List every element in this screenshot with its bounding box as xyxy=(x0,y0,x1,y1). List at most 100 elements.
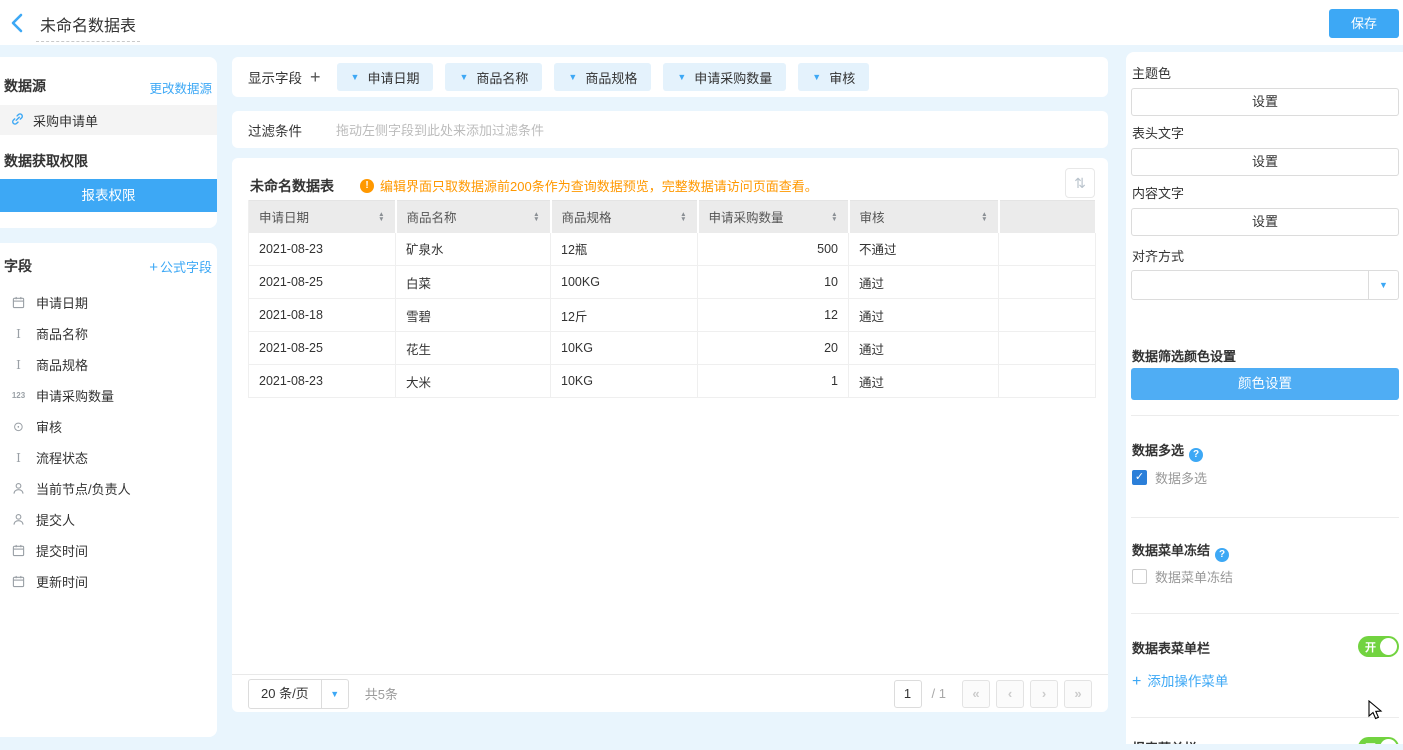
last-page-icon[interactable]: » xyxy=(1064,680,1092,708)
cell-apply-date: 2021-08-18 xyxy=(249,299,396,332)
cell-apply-date: 2021-08-23 xyxy=(249,233,396,266)
column-header-empty xyxy=(999,201,1096,233)
divider xyxy=(1131,415,1399,416)
page-navigation: 1 / 1 « ‹ › » xyxy=(894,680,1092,708)
cell-review: 通过 xyxy=(849,332,999,365)
sort-arrows-icon[interactable]: ▲▼ xyxy=(831,212,837,222)
table-row[interactable]: 2021-08-18 雪碧 12斤 12 通过 xyxy=(249,299,1096,332)
column-header-quantity[interactable]: 申请采购数量▲▼ xyxy=(698,201,849,233)
page-size-select[interactable]: 20 条/页 ▼ xyxy=(248,679,349,709)
table-row[interactable]: 2021-08-25 花生 10KG 20 通过 xyxy=(249,332,1096,365)
table-row[interactable]: 2021-08-23 大米 10KG 1 通过 xyxy=(249,365,1096,398)
cell-quantity: 1 xyxy=(698,365,849,398)
current-page-input[interactable]: 1 xyxy=(894,680,922,708)
content-text-set-button[interactable]: 设置 xyxy=(1131,208,1399,236)
field-chip-apply-date[interactable]: ▼申请日期 xyxy=(337,63,434,91)
field-item-product-spec[interactable]: I 商品规格 xyxy=(0,349,217,380)
first-page-icon[interactable]: « xyxy=(962,680,990,708)
add-action-menu-link[interactable]: +添加操作菜单 xyxy=(1132,670,1228,691)
field-item-submitter[interactable]: 提交人 xyxy=(0,504,217,535)
datasource-item[interactable]: 采购申请单 xyxy=(0,105,217,135)
field-item-flow-status[interactable]: I 流程状态 xyxy=(0,442,217,473)
sort-arrows-icon[interactable]: ▲▼ xyxy=(981,212,987,222)
sort-arrows-icon[interactable]: ▲▼ xyxy=(533,212,539,222)
column-header-product-name[interactable]: 商品名称▲▼ xyxy=(396,201,551,233)
field-chip-product-spec[interactable]: ▼商品规格 xyxy=(554,63,651,91)
person-icon xyxy=(10,513,27,526)
field-item-label: 商品规格 xyxy=(36,355,88,374)
chevron-down-icon[interactable]: ▼ xyxy=(351,72,360,82)
field-item-product-name[interactable]: I 商品名称 xyxy=(0,318,217,349)
cell-review: 不通过 xyxy=(849,233,999,266)
field-item-quantity[interactable]: 123 申请采购数量 xyxy=(0,380,217,411)
column-header-review[interactable]: 审核▲▼ xyxy=(849,201,999,233)
calendar-icon xyxy=(10,296,27,309)
radio-icon: ⊙ xyxy=(10,420,27,433)
field-chip-review[interactable]: ▼审核 xyxy=(798,63,869,91)
chevron-down-icon[interactable]: ▼ xyxy=(812,72,821,82)
field-item-label: 提交人 xyxy=(36,510,75,529)
help-icon[interactable]: ? xyxy=(1189,448,1203,462)
sort-arrows-icon[interactable]: ▲▼ xyxy=(680,212,686,222)
sort-order-icon[interactable]: ⇅ xyxy=(1065,168,1095,198)
field-item-update-time[interactable]: 更新时间 xyxy=(0,566,217,597)
sort-arrows-icon[interactable]: ▲▼ xyxy=(378,212,384,222)
field-item-review[interactable]: ⊙ 审核 xyxy=(0,411,217,442)
next-page-icon[interactable]: › xyxy=(1030,680,1058,708)
cell-empty xyxy=(999,233,1096,266)
change-datasource-link[interactable]: 更改数据源 xyxy=(149,78,212,97)
field-chip-product-name[interactable]: ▼商品名称 xyxy=(445,63,542,91)
field-item-current-node[interactable]: 当前节点/负责人 xyxy=(0,473,217,504)
column-header-apply-date[interactable]: 申请日期▲▼ xyxy=(249,201,396,233)
cell-apply-date: 2021-08-23 xyxy=(249,365,396,398)
field-item-label: 更新时间 xyxy=(36,572,88,591)
number-icon: 123 xyxy=(10,391,27,400)
permission-section-title: 数据获取权限 xyxy=(4,151,88,171)
page-title[interactable]: 未命名数据表 xyxy=(36,12,140,42)
menu-freeze-checkbox-row[interactable]: 数据菜单冻结 xyxy=(1132,567,1233,586)
chevron-down-icon[interactable]: ▼ xyxy=(677,72,686,82)
add-formula-field-link[interactable]: +公式字段 xyxy=(149,257,212,276)
plus-icon: + xyxy=(1132,673,1141,690)
fields-section-title: 字段 xyxy=(4,256,32,276)
table-row[interactable]: 2021-08-23 矿泉水 12瓶 500 不通过 xyxy=(249,233,1096,266)
toggle-knob xyxy=(1380,739,1397,744)
cell-product-spec: 10KG xyxy=(551,365,698,398)
datasource-card: 数据源 更改数据源 采购申请单 数据获取权限 报表权限 xyxy=(0,57,217,228)
report-menu-toggle[interactable]: 开 xyxy=(1358,737,1399,744)
header-text-set-button[interactable]: 设置 xyxy=(1131,148,1399,176)
cell-empty xyxy=(999,365,1096,398)
help-icon[interactable]: ? xyxy=(1215,548,1229,562)
save-button[interactable]: 保存 xyxy=(1329,9,1399,38)
cell-product-spec: 10KG xyxy=(551,332,698,365)
field-item-label: 商品名称 xyxy=(36,324,88,343)
filter-dropzone-placeholder: 拖动左侧字段到此处来添加过滤条件 xyxy=(336,120,544,139)
cell-apply-date: 2021-08-25 xyxy=(249,266,396,299)
alignment-select[interactable]: ▼ xyxy=(1131,270,1399,300)
text-icon: I xyxy=(10,451,27,465)
chevron-down-icon[interactable]: ▼ xyxy=(568,72,577,82)
theme-color-set-button[interactable]: 设置 xyxy=(1131,88,1399,116)
checkbox-unchecked-icon[interactable] xyxy=(1132,569,1147,584)
field-item-apply-date[interactable]: 申请日期 xyxy=(0,287,217,318)
back-icon[interactable] xyxy=(10,13,28,33)
prev-page-icon[interactable]: ‹ xyxy=(996,680,1024,708)
top-header: 未命名数据表 保存 xyxy=(0,0,1403,45)
plus-icon: + xyxy=(149,259,158,276)
multi-select-checkbox-row[interactable]: ✓ 数据多选 xyxy=(1132,468,1207,487)
cell-apply-date: 2021-08-25 xyxy=(249,332,396,365)
add-display-field-icon[interactable]: + xyxy=(310,67,321,88)
checkbox-checked-icon[interactable]: ✓ xyxy=(1132,470,1147,485)
field-chip-quantity[interactable]: ▼申请采购数量 xyxy=(663,63,786,91)
filter-card[interactable]: 过滤条件 拖动左侧字段到此处来添加过滤条件 xyxy=(232,111,1108,148)
chevron-down-icon[interactable]: ▼ xyxy=(459,72,468,82)
chevron-down-icon: ▼ xyxy=(1368,271,1398,299)
table-menu-toggle[interactable]: 开 xyxy=(1358,636,1399,657)
color-settings-button[interactable]: 颜色设置 xyxy=(1131,368,1399,400)
column-header-product-spec[interactable]: 商品规格▲▼ xyxy=(551,201,698,233)
calendar-icon xyxy=(10,544,27,557)
report-permission-button[interactable]: 报表权限 xyxy=(0,179,217,212)
table-row[interactable]: 2021-08-25 白菜 100KG 10 通过 xyxy=(249,266,1096,299)
field-list: 申请日期 I 商品名称 I 商品规格 123 申请采购数量 ⊙ 审核 I 流程状… xyxy=(0,287,217,597)
field-item-submit-time[interactable]: 提交时间 xyxy=(0,535,217,566)
